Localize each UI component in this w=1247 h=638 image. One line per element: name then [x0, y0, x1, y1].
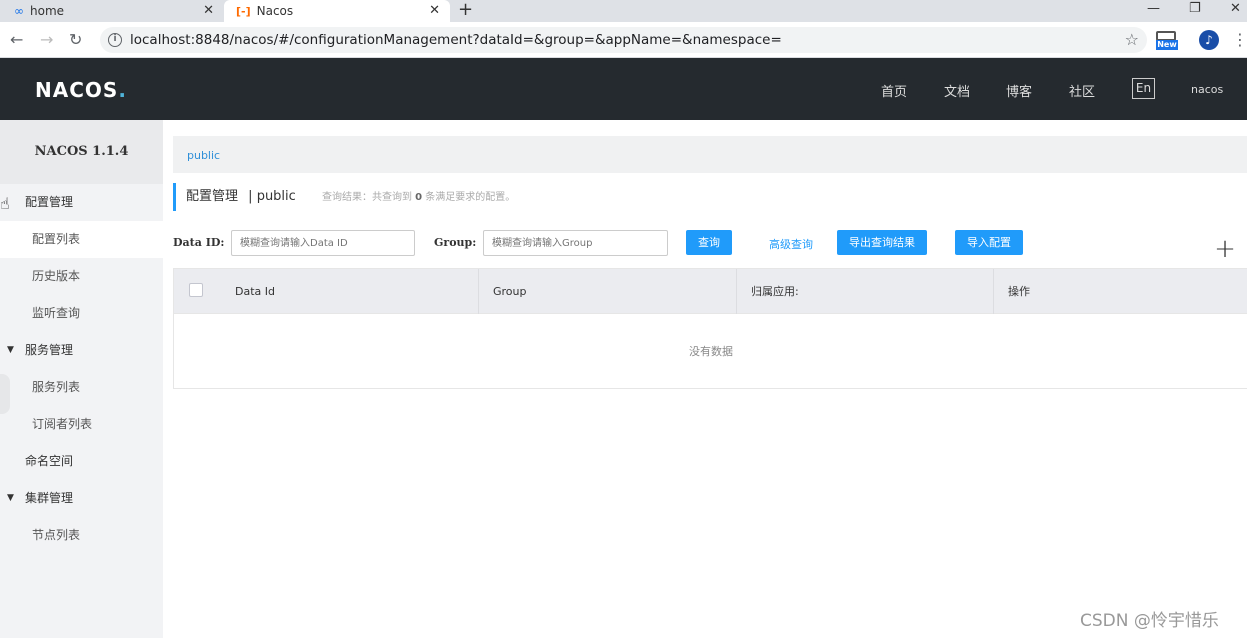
browser-tab-nacos[interactable]: [-] Nacos ✕	[224, 0, 450, 22]
query-result-text: 查询结果：共查询到 0 条满足要求的配置。	[321, 192, 516, 203]
address-bar[interactable]: i localhost:8848/nacos/#/configurationMa…	[100, 27, 1147, 53]
config-table: Data Id Group 归属应用: 操作 没有数据	[173, 268, 1247, 389]
hand-cursor-icon: ☝	[0, 194, 10, 213]
export-button[interactable]: 导出查询结果	[837, 230, 927, 255]
data-id-input[interactable]	[231, 230, 415, 256]
infinity-icon: ∞	[14, 4, 24, 18]
sidebar-group-config[interactable]: 配置管理	[0, 184, 163, 221]
sidebar-item-service-list[interactable]: 服务列表	[0, 369, 163, 406]
close-icon[interactable]: ✕	[203, 3, 214, 18]
namespace-bar: public	[173, 136, 1247, 173]
sidebar-item-nodes[interactable]: 节点列表	[0, 517, 163, 554]
version-label: NACOS 1.1.4	[0, 120, 163, 184]
sidebar-item-listener[interactable]: 监听查询	[0, 295, 163, 332]
group-label: Group:	[434, 236, 477, 249]
tab-title: home	[30, 4, 65, 18]
column-header-actions: 操作	[993, 269, 1247, 314]
column-header-data-id[interactable]: Data Id	[221, 269, 275, 314]
close-icon[interactable]: ✕	[429, 3, 440, 18]
data-id-label: Data ID:	[173, 236, 225, 249]
advanced-query-link[interactable]: 高级查询	[769, 236, 813, 252]
nav-blog[interactable]: 博客	[1006, 81, 1032, 100]
page-title-namespace: public	[256, 189, 296, 204]
table-header: Data Id Group 归属应用: 操作	[174, 269, 1247, 314]
user-name[interactable]: nacos	[1191, 83, 1223, 96]
empty-state-text: 没有数据	[689, 345, 733, 358]
query-button[interactable]: 查询	[686, 230, 732, 255]
info-icon[interactable]: i	[108, 33, 122, 47]
minimize-icon[interactable]: —	[1147, 0, 1160, 18]
sidebar-item-config-list[interactable]: 配置列表	[0, 221, 163, 258]
kebab-menu-icon[interactable]: ⋮	[1232, 30, 1247, 49]
title-separator: |	[248, 189, 253, 204]
browser-toolbar: ← → ↻ i localhost:8848/nacos/#/configura…	[0, 22, 1247, 58]
new-extension-icon[interactable]: New	[1156, 31, 1178, 51]
sidebar-group-cluster[interactable]: ▼ 集群管理	[0, 480, 163, 517]
new-tab-button[interactable]: +	[458, 0, 473, 20]
back-arrow-icon[interactable]: ←	[10, 30, 23, 50]
sidebar-item-history[interactable]: 历史版本	[0, 258, 163, 295]
sidebar: NACOS 1.1.4 配置管理 ☝ 配置列表 历史版本 监听查询 ▼ 服务管理…	[0, 120, 163, 638]
sidebar-group-service[interactable]: ▼ 服务管理	[0, 332, 163, 369]
nacos-bracket-icon: [-]	[236, 4, 251, 18]
page-title: 配置管理 | public 查询结果：共查询到 0 条满足要求的配置。	[173, 183, 515, 211]
nav-home[interactable]: 首页	[881, 81, 907, 100]
sidebar-item-namespace[interactable]: 命名空间	[0, 443, 163, 480]
group-input[interactable]	[483, 230, 668, 256]
nav-community[interactable]: 社区	[1069, 81, 1095, 100]
caret-down-icon: ▼	[7, 345, 14, 355]
bookmark-star-icon[interactable]: ☆	[1125, 30, 1139, 49]
add-config-button[interactable]: +	[1210, 234, 1240, 264]
nacos-logo[interactable]: NACOS.	[35, 78, 127, 102]
page-title-text: 配置管理	[186, 189, 239, 204]
url-text: localhost:8848/nacos/#/configurationMana…	[130, 32, 782, 48]
column-header-app[interactable]: 归属应用:	[736, 269, 993, 314]
reload-icon[interactable]: ↻	[69, 30, 82, 50]
app-header: NACOS. 首页 文档 博客 社区 En nacos	[0, 58, 1247, 120]
sidebar-item-subscribers[interactable]: 订阅者列表	[0, 406, 163, 443]
restore-icon[interactable]: ❐	[1189, 0, 1201, 18]
watermark: CSDN @怜宇惜乐	[1080, 611, 1219, 631]
namespace-public-link[interactable]: public	[187, 149, 220, 162]
browser-tab-home[interactable]: ∞ home ✕	[0, 0, 224, 22]
browser-tabstrip: ∞ home ✕ [-] Nacos ✕ + — ❐ ✕	[0, 0, 1247, 22]
forward-arrow-icon[interactable]: →	[40, 30, 53, 50]
language-toggle[interactable]: En	[1132, 78, 1155, 99]
column-header-group[interactable]: Group	[478, 269, 736, 314]
window-close-icon[interactable]: ✕	[1230, 0, 1241, 18]
select-all-checkbox[interactable]	[189, 283, 203, 297]
caret-down-icon: ▼	[7, 493, 14, 503]
tab-title: Nacos	[256, 4, 294, 18]
music-extension-icon[interactable]: ♪	[1199, 30, 1219, 50]
import-button[interactable]: 导入配置	[955, 230, 1023, 255]
nav-docs[interactable]: 文档	[944, 81, 970, 100]
